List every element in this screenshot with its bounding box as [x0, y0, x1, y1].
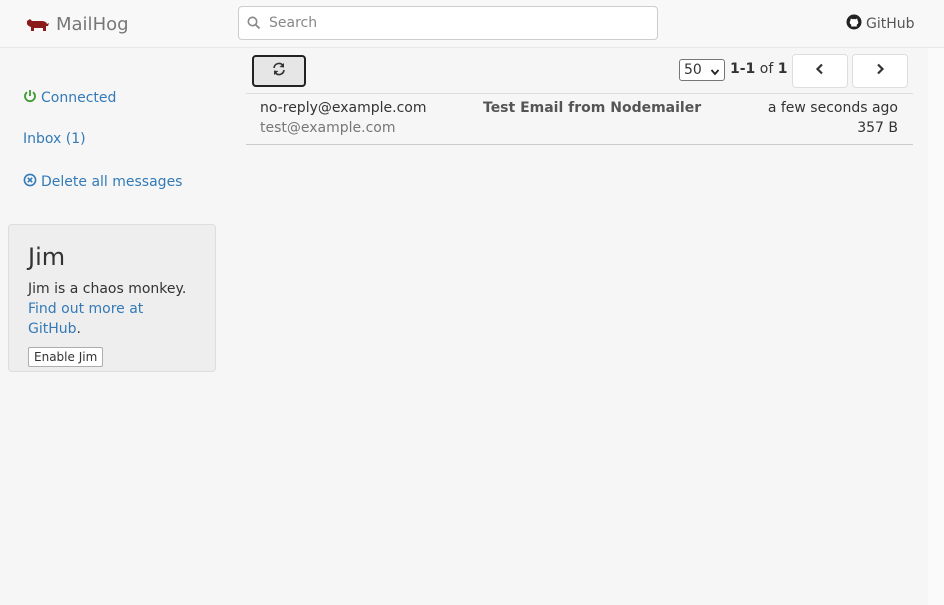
pagination-info: 1-1 of 1 [730, 61, 787, 77]
inbox-link[interactable]: Inbox (1) [23, 131, 86, 147]
navbar: MailHog GitHub [0, 0, 944, 48]
page-total: 1 [777, 61, 788, 77]
github-icon [846, 14, 862, 34]
github-label: GitHub [866, 16, 915, 32]
chevron-right-icon [874, 63, 886, 79]
scrollbar[interactable] [928, 48, 944, 605]
next-page-button[interactable] [852, 54, 908, 88]
jim-title: Jim [28, 243, 66, 271]
message-row[interactable]: no-reply@example.com test@example.com Te… [246, 93, 913, 145]
page-of: of [759, 61, 774, 77]
delete-all-link[interactable]: Delete all messages [23, 173, 182, 191]
refresh-icon [272, 62, 286, 80]
delete-circle-icon [23, 173, 37, 191]
jim-description: Jim is a chaos monkey. [28, 281, 187, 297]
search-input[interactable] [269, 8, 649, 38]
brand[interactable]: MailHog [24, 12, 129, 36]
message-time: a few seconds ago [767, 100, 898, 116]
delete-all-label: Delete all messages [41, 174, 183, 190]
search-icon [239, 7, 269, 39]
jim-link-line: Find out more at GitHub. [28, 299, 196, 339]
inbox-label: Inbox (1) [23, 131, 86, 147]
per-page-value: 50 [684, 62, 702, 78]
jim-link-suffix: . [76, 321, 81, 337]
message-from: no-reply@example.com [260, 100, 427, 116]
page-range: 1-1 [730, 61, 756, 77]
connection-status[interactable]: Connected [23, 89, 116, 107]
power-icon [23, 89, 37, 107]
refresh-button[interactable] [252, 55, 306, 87]
chevron-down-icon [710, 65, 720, 81]
per-page-select[interactable]: 50 [679, 59, 725, 81]
chevron-left-icon [814, 63, 826, 79]
previous-page-button[interactable] [792, 54, 848, 88]
pig-logo-icon [24, 15, 50, 33]
brand-name: MailHog [56, 13, 129, 35]
message-to: test@example.com [260, 120, 396, 136]
message-subject: Test Email from Nodemailer [483, 100, 702, 116]
jim-panel: Jim Jim is a chaos monkey. Find out more… [8, 224, 216, 372]
search-box[interactable] [238, 6, 658, 40]
jim-github-link[interactable]: Find out more at GitHub [28, 301, 143, 337]
github-link[interactable]: GitHub [846, 14, 915, 34]
enable-jim-button[interactable]: Enable Jim [28, 347, 104, 367]
connection-label: Connected [41, 90, 117, 106]
message-size: 357 B [857, 120, 898, 136]
